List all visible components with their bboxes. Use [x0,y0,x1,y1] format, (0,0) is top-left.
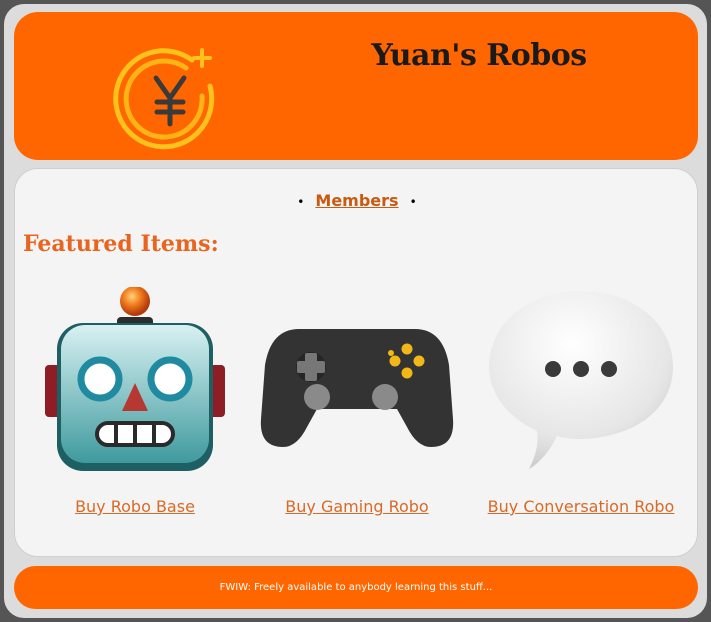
buy-gaming-robo-link[interactable]: Buy Gaming Robo [259,497,455,516]
nav-link-members[interactable]: Members [315,191,398,210]
footer-text: FWIW: Freely available to anybody learni… [219,582,493,593]
featured-item-robo-base: Buy Robo Base [45,287,225,516]
game-controller-icon [260,329,454,447]
main-panel: • Members • Featured Items: Buy Robo Bas… [14,168,698,557]
buy-conversation-robo-link[interactable]: Buy Conversation Robo [483,497,679,516]
buy-robo-base-link[interactable]: Buy Robo Base [45,497,225,516]
site-header: Yuan's Robos [14,12,698,160]
site-title: Yuan's Robos [371,38,587,73]
site-footer: FWIW: Freely available to anybody learni… [14,566,698,609]
nav-bullet: • [409,195,417,209]
main-nav: • Members • [15,191,699,210]
yuan-coin-icon [113,48,215,150]
featured-heading: Featured Items: [23,231,219,257]
speech-bubble-icon [489,291,673,469]
featured-item-conversation-robo: Buy Conversation Robo [483,287,679,516]
nav-bullet: • [297,195,305,209]
robot-icon [45,287,225,471]
featured-item-gaming-robo: Buy Gaming Robo [259,287,455,516]
